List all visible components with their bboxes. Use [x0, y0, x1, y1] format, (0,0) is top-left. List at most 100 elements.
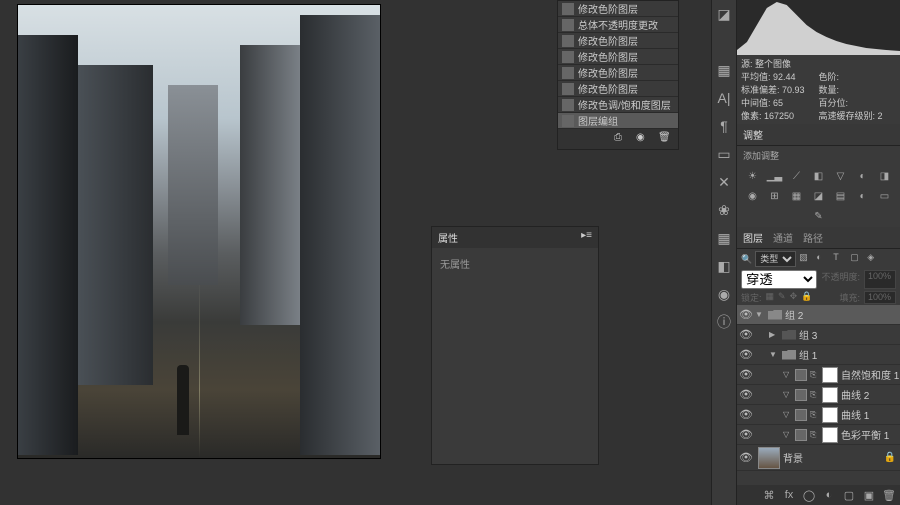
- mask-thumb[interactable]: [822, 427, 838, 443]
- palette-dock-icon[interactable]: ❀: [714, 200, 734, 220]
- layer-row[interactable]: 👁 ▶ 组 3: [737, 325, 900, 345]
- disclosure-arrow-icon[interactable]: ▶: [769, 330, 779, 339]
- properties-tab[interactable]: 属性: [438, 230, 458, 245]
- layer-row[interactable]: 👁▽⎘自然饱和度 1: [737, 365, 900, 385]
- layer-name[interactable]: 组 1: [799, 347, 900, 362]
- layer-name[interactable]: 色彩平衡 1: [841, 427, 900, 442]
- layer-name[interactable]: 组 3: [799, 327, 900, 342]
- mask-thumb[interactable]: [822, 367, 838, 383]
- mask-thumb[interactable]: [822, 387, 838, 403]
- link-icon: ⎘: [810, 390, 818, 400]
- layer-row[interactable]: 👁 背景🔒: [737, 445, 900, 471]
- layer-thumb[interactable]: [758, 447, 780, 469]
- adj-thumb-icon: [795, 389, 807, 401]
- new-adj-icon[interactable]: ◐: [822, 488, 836, 502]
- visibility-eye-icon[interactable]: 👁: [737, 328, 755, 341]
- visibility-eye-icon[interactable]: 👁: [737, 388, 755, 401]
- history-item[interactable]: 总体不透明度更改: [558, 17, 678, 33]
- history-item[interactable]: 图层编组: [558, 113, 678, 129]
- levels-icon[interactable]: ▁▃: [767, 169, 783, 183]
- lock-icon: 🔒: [884, 452, 896, 463]
- filter-type-icon[interactable]: T: [833, 252, 847, 266]
- new-layer-icon[interactable]: ▣: [862, 488, 876, 502]
- history-item[interactable]: 修改色阶图层: [558, 49, 678, 65]
- hue-icon[interactable]: ◐: [855, 169, 871, 183]
- curves-icon[interactable]: ⟋: [789, 169, 805, 183]
- history-item[interactable]: 修改色调/饱和度图层: [558, 97, 678, 113]
- history-snapshot-icon[interactable]: ⎙: [614, 132, 628, 146]
- paths-tab[interactable]: 路径: [803, 230, 823, 245]
- filter-shape-icon[interactable]: ▢: [850, 252, 864, 266]
- layer-name[interactable]: 背景: [783, 450, 884, 465]
- filter-type-select[interactable]: 类型: [755, 251, 796, 267]
- lock-pixel-icon[interactable]: ✎: [778, 291, 786, 304]
- photofilter-icon[interactable]: ◉: [745, 189, 761, 203]
- paragraph-dock-icon[interactable]: ¶: [714, 116, 734, 136]
- visibility-eye-icon[interactable]: 👁: [737, 428, 755, 441]
- fill-value[interactable]: 100%: [864, 291, 896, 304]
- type-dock-icon[interactable]: A|: [714, 88, 734, 108]
- history-item[interactable]: 修改色阶图层: [558, 1, 678, 17]
- ruler-dock-icon[interactable]: ▭: [714, 144, 734, 164]
- exposure-icon[interactable]: ◧: [811, 169, 827, 183]
- adjust-dock-icon[interactable]: ◧: [714, 256, 734, 276]
- brightness-icon[interactable]: ☀: [745, 169, 761, 183]
- poster-icon[interactable]: ▤: [833, 189, 849, 203]
- layer-name[interactable]: 自然饱和度 1: [841, 367, 900, 382]
- filter-icon[interactable]: 🔍: [741, 254, 752, 265]
- mixer-icon[interactable]: ⊞: [767, 189, 783, 203]
- selective-icon[interactable]: ✎: [811, 209, 827, 223]
- lock-all-icon[interactable]: 🔒: [801, 291, 812, 304]
- visibility-eye-icon[interactable]: 👁: [737, 348, 755, 361]
- visibility-eye-icon[interactable]: 👁: [737, 368, 755, 381]
- gradmap-icon[interactable]: ▭: [877, 189, 893, 203]
- layer-name[interactable]: 曲线 2: [841, 387, 900, 402]
- history-camera-icon[interactable]: ◉: [636, 132, 650, 146]
- visibility-eye-icon[interactable]: 👁: [737, 451, 755, 464]
- layer-row[interactable]: 👁▽⎘色彩平衡 1: [737, 425, 900, 445]
- threshold-icon[interactable]: ◐: [855, 189, 871, 203]
- layer-row[interactable]: 👁▽⎘曲线 1: [737, 405, 900, 425]
- lookup-icon[interactable]: ▦: [789, 189, 805, 203]
- delete-layer-icon[interactable]: 🗑: [882, 488, 896, 502]
- layer-row[interactable]: 👁 ▼ 组 1: [737, 345, 900, 365]
- visibility-eye-icon[interactable]: 👁: [737, 408, 755, 421]
- history-item[interactable]: 修改色阶图层: [558, 65, 678, 81]
- brush-dock-icon[interactable]: ✕: [714, 172, 734, 192]
- swatch-dock-icon[interactable]: ▦: [714, 60, 734, 80]
- canvas-document[interactable]: [18, 5, 380, 458]
- mask-icon[interactable]: ◯: [802, 488, 816, 502]
- visibility-eye-icon[interactable]: 👁: [737, 308, 755, 321]
- grid-dock-icon[interactable]: ▦: [714, 228, 734, 248]
- histogram-dock-icon[interactable]: ◪: [714, 4, 734, 24]
- layer-name[interactable]: 组 2: [785, 307, 900, 322]
- disclosure-arrow-icon[interactable]: ▼: [769, 350, 779, 359]
- filter-pixel-icon[interactable]: ▧: [799, 252, 813, 266]
- adjustments-tab[interactable]: 调整: [743, 127, 763, 142]
- disclosure-arrow-icon[interactable]: ▼: [755, 310, 765, 319]
- panel-menu-icon[interactable]: ▸≡: [581, 230, 592, 245]
- history-item[interactable]: 修改色阶图层: [558, 81, 678, 97]
- mask-thumb[interactable]: [822, 407, 838, 423]
- invert-icon[interactable]: ◪: [811, 189, 827, 203]
- link-layers-icon[interactable]: ⌘: [762, 488, 776, 502]
- timeline-dock-icon[interactable]: ◉: [714, 284, 734, 304]
- channels-tab[interactable]: 通道: [773, 230, 793, 245]
- new-group-icon[interactable]: ▢: [842, 488, 856, 502]
- info-dock-icon[interactable]: ⓘ: [714, 312, 734, 332]
- fx-icon[interactable]: fx: [782, 488, 796, 502]
- layer-name[interactable]: 曲线 1: [841, 407, 900, 422]
- vibrance-icon[interactable]: ▽: [833, 169, 849, 183]
- bw-icon[interactable]: ◨: [877, 169, 893, 183]
- history-delete-icon[interactable]: 🗑: [658, 132, 672, 146]
- blend-mode-select[interactable]: 穿透: [741, 270, 817, 289]
- opacity-value[interactable]: 100%: [864, 270, 896, 289]
- layer-row[interactable]: 👁▼ 组 2: [737, 305, 900, 325]
- filter-smart-icon[interactable]: ◈: [867, 252, 881, 266]
- layer-row[interactable]: 👁▽⎘曲线 2: [737, 385, 900, 405]
- filter-adj-icon[interactable]: ◐: [816, 252, 830, 266]
- lock-trans-icon[interactable]: ▦: [766, 291, 775, 304]
- layers-tab[interactable]: 图层: [743, 230, 763, 245]
- history-item[interactable]: 修改色阶图层: [558, 33, 678, 49]
- lock-pos-icon[interactable]: ✥: [790, 291, 798, 304]
